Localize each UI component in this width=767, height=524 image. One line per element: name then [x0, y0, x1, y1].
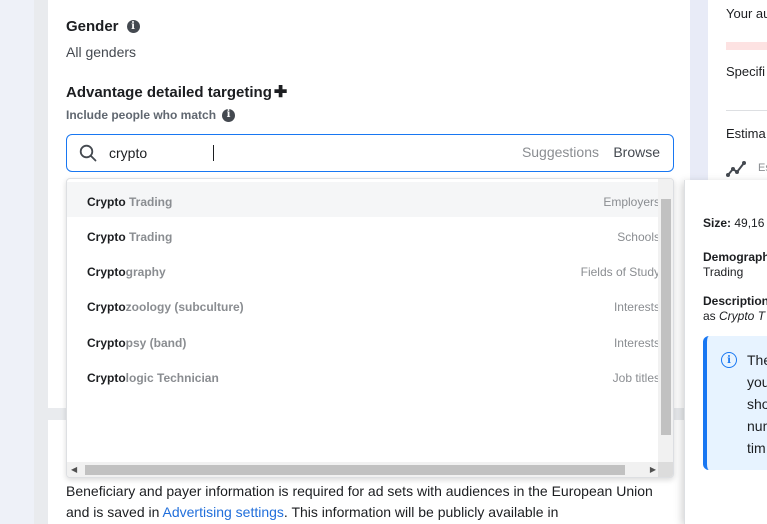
notice-box: i The you sho num tim: [703, 336, 767, 470]
interest-detail-card: Size: 49,16 Demograph Trading Descriptio…: [684, 180, 767, 524]
item-match: Crypto: [87, 195, 126, 209]
audience-size: Size: 49,16: [703, 216, 765, 230]
detailed-targeting-title: Advantage detailed targeting: [66, 84, 272, 101]
item-rest: Trading: [125, 230, 173, 244]
item-match: Crypto: [87, 230, 126, 244]
browse-tab[interactable]: Browse: [613, 144, 660, 160]
summary-divider: [726, 110, 767, 111]
list-item[interactable]: Crypto Trading Employers: [67, 182, 660, 217]
item-category: Schools: [617, 230, 660, 244]
beneficiary-info-text: Beneficiary and payer information is req…: [66, 483, 653, 520]
suggestions-tab[interactable]: Suggestions: [522, 144, 599, 160]
item-rest: zoology (subculture): [125, 300, 244, 314]
audience-summary-text: Your au: [726, 6, 767, 21]
item-rest: Trading: [125, 195, 173, 209]
left-background: [0, 0, 34, 524]
list-item[interactable]: Cryptozoology (subculture) Interests: [67, 287, 660, 322]
estimated-results-label: Estima: [726, 126, 766, 141]
gender-heading: Gender i: [66, 18, 140, 35]
horizontal-scroll-thumb[interactable]: [85, 465, 625, 475]
suggestions-dropdown: Crypto Trading Employers Crypto Trading …: [66, 178, 674, 478]
item-category: Interests: [613, 336, 660, 350]
item-match: Crypto: [87, 265, 126, 279]
description-label: Description: [703, 294, 767, 308]
gender-value: All genders: [66, 44, 137, 60]
vertical-scroll-thumb[interactable]: [661, 199, 671, 435]
audience-specific-label: Specifi: [726, 64, 766, 79]
item-rest: psy (band): [125, 336, 187, 350]
list-item[interactable]: Cryptologic Technician Job titles: [67, 358, 660, 393]
advantage-plus-icon: ✚: [273, 83, 288, 101]
scroll-right-arrow-icon[interactable]: ▶: [650, 465, 656, 474]
description-value: as Crypto T: [703, 309, 766, 323]
list-item[interactable]: Crypto Trading Schools: [67, 217, 660, 252]
item-match: Crypto: [87, 371, 126, 385]
trend-icon: [726, 161, 746, 177]
audience-meter-bar: [726, 42, 767, 50]
info-icon[interactable]: i: [222, 108, 236, 122]
scrollbar-corner: [658, 462, 673, 477]
list-item[interactable]: Cryptopsy (band) Interests: [67, 323, 660, 358]
search-input[interactable]: [109, 143, 449, 163]
item-category: Interests: [613, 300, 660, 314]
horizontal-scrollbar[interactable]: ◀ ▶: [67, 462, 660, 477]
estimated-label: Es: [758, 162, 767, 174]
detailed-targeting-heading: Advantage detailed targeting ✚: [66, 84, 287, 101]
advertising-settings-link[interactable]: Advertising settings: [163, 504, 284, 520]
item-category: Employers: [603, 195, 660, 209]
gender-title: Gender: [66, 18, 119, 35]
item-rest: graphy: [125, 265, 166, 279]
list-item[interactable]: Cryptography Fields of Study: [67, 252, 660, 287]
detailed-targeting-search[interactable]: Suggestions Browse: [66, 134, 674, 172]
info-icon: i: [721, 352, 737, 368]
item-match: Crypto: [87, 336, 126, 350]
info-icon[interactable]: i: [126, 20, 140, 33]
item-category: Fields of Study: [580, 265, 660, 279]
demographic-value: Trading: [703, 265, 744, 279]
search-icon: [79, 144, 97, 162]
demographic-label: Demograph: [703, 250, 767, 264]
include-people-label: Include people who match i: [66, 108, 236, 122]
scroll-left-arrow-icon[interactable]: ◀: [71, 465, 77, 474]
vertical-scrollbar[interactable]: [658, 179, 673, 464]
item-match: Crypto: [87, 300, 126, 314]
item-category: Job titles: [612, 371, 660, 385]
include-people-text: Include people who match: [66, 108, 217, 122]
text-caret: [213, 145, 214, 161]
item-rest: logic Technician: [125, 371, 219, 385]
